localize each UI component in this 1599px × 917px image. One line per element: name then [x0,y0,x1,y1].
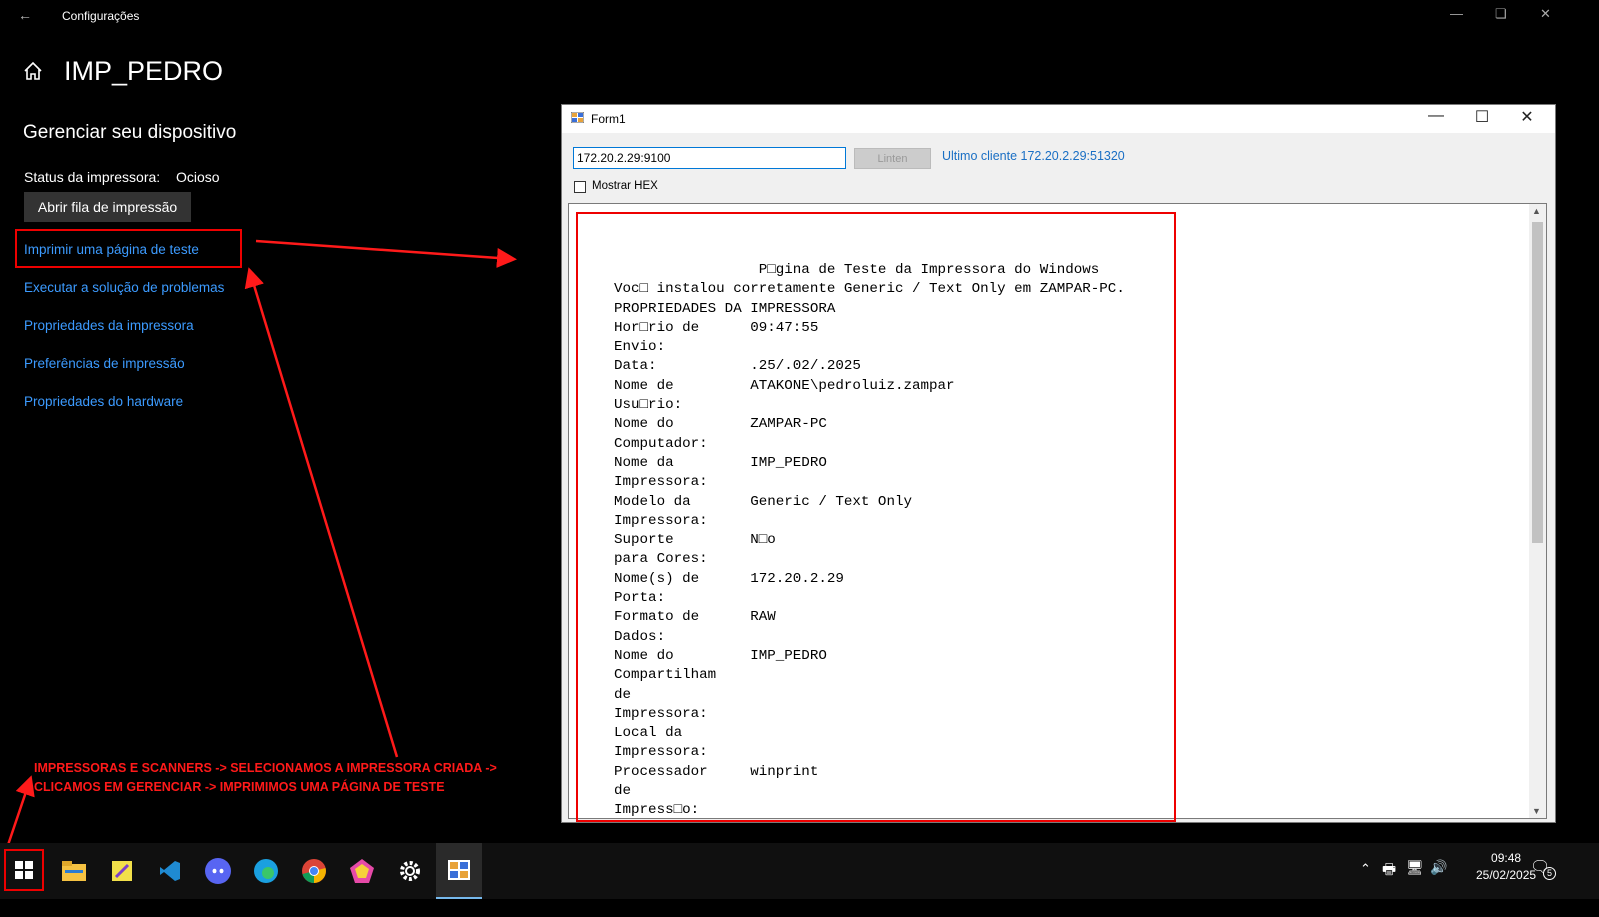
home-icon[interactable] [22,60,44,82]
window-title: Configurações [62,9,140,23]
clock-date: 25/02/2025 [1476,868,1537,882]
close-icon[interactable]: ✕ [1540,6,1551,22]
page-title: IMP_PEDRO [64,56,224,86]
status-label: Status da impressora: [24,169,161,185]
scroll-thumb[interactable] [1532,222,1543,543]
arrow-to-link [244,267,399,758]
form1-titlebar: Form1 — ☐ ✕ [562,105,1555,133]
printing-preferences-link[interactable]: Preferências de impressão [24,356,185,371]
form1-maximize-icon[interactable]: ☐ [1472,107,1492,127]
troubleshoot-link[interactable]: Executar a solução de problemas [24,280,224,295]
clock[interactable]: 09:48 25/02/2025 [1476,850,1536,884]
taskbar: ⌃ 🖶 🖥 🔊 09:48 25/02/2025 🗨 5 [0,843,1599,899]
annotation-line-1: IMPRESSORAS E SCANNERS -> SELECIONAMOS A… [34,761,497,775]
form1-title: Form1 [591,112,626,126]
vertical-scrollbar[interactable]: ▲ ▼ [1529,204,1546,818]
restore-icon[interactable]: ❏ [1495,6,1507,22]
form1-close-icon[interactable]: ✕ [1517,107,1537,127]
app-icon[interactable] [102,851,142,891]
show-hex-checkbox[interactable] [574,181,586,193]
last-client-label: Ultimo cliente 172.20.2.29:51320 [942,149,1125,163]
app-polygon-icon[interactable] [342,851,382,891]
hardware-properties-link[interactable]: Propriedades do hardware [24,394,183,409]
form1-minimize-icon[interactable]: — [1426,107,1446,125]
notification-icon[interactable]: 🗨 [1530,857,1550,913]
file-explorer-icon[interactable] [54,851,94,891]
chrome-icon[interactable] [294,851,334,891]
form-app-icon [571,112,584,123]
windows-logo-icon [15,861,33,879]
listen-button[interactable]: Linten [854,148,931,169]
status-value: Ocioso [176,169,220,185]
form1-app-icon[interactable] [436,843,482,899]
show-hex-label: Mostrar HEX [592,180,658,192]
vscode-icon[interactable] [150,851,190,891]
address-input[interactable] [573,147,846,169]
printer-properties-link[interactable]: Propriedades da impressora [24,318,194,333]
scroll-down-icon[interactable]: ▼ [1532,806,1541,816]
clock-time: 09:48 [1491,851,1522,865]
text-highlight-box [576,212,1176,822]
settings-icon[interactable] [390,851,430,891]
edge-icon[interactable] [246,851,286,891]
scroll-up-icon[interactable]: ▲ [1532,206,1541,216]
arrow-to-start [6,775,35,846]
open-print-queue-button[interactable]: Abrir fila de impressão [24,192,191,222]
tray-chevron-up-icon[interactable]: ⌃ [1360,861,1371,917]
section-title: Gerenciar seu dispositivo [23,122,237,143]
printer-icon[interactable]: 🖶 [1382,859,1396,915]
notification-count: 5 [1543,867,1556,880]
annotation-line-2: CLICAMOS EM GERENCIAR -> IMPRIMIMOS UMA … [34,780,445,794]
minimize-icon[interactable]: — [1450,6,1463,21]
annotation-text: IMPRESSORAS E SCANNERS -> SELECIONAMOS A… [34,759,504,797]
start-button[interactable] [4,849,44,891]
arrow-to-form [255,239,517,268]
network-icon[interactable]: 🖥 [1406,859,1424,915]
discord-icon[interactable] [198,851,238,891]
back-arrow-icon[interactable]: ← [18,7,32,23]
highlight-box [15,229,242,268]
volume-icon[interactable]: 🔊 [1430,859,1447,915]
